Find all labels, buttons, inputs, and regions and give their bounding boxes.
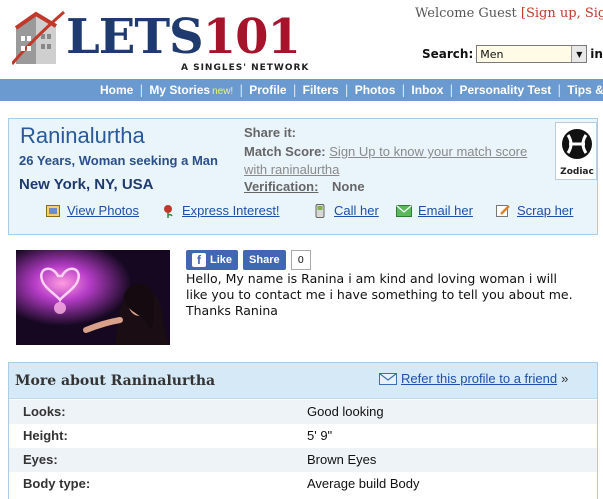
- view-photos-link[interactable]: View Photos: [67, 203, 139, 218]
- detail-row-height: Height: 5' 9": [9, 424, 597, 448]
- new-badge: new!: [212, 86, 234, 97]
- pisces-icon: [562, 129, 592, 159]
- detail-key: Height:: [23, 428, 68, 443]
- detail-row-looks: Looks: Good looking: [9, 400, 597, 424]
- verification-label[interactable]: Verification:: [244, 179, 318, 194]
- nav-item-filters[interactable]: Filters: [303, 83, 339, 97]
- refer-profile[interactable]: Refer this profile to a friend »: [379, 371, 568, 386]
- profile-summary: Raninalurtha 26 Years, Woman seeking a M…: [8, 118, 598, 235]
- photo-icon: [45, 204, 61, 218]
- share-label: Share it:: [244, 125, 297, 140]
- more-about-header: More about Raninalurtha Refer this profi…: [9, 363, 597, 399]
- welcome-text: Welcome Guest: [415, 6, 517, 21]
- profile-name: Raninalurtha: [20, 123, 145, 148]
- search-select-value: Men: [480, 47, 504, 61]
- detail-value: Good looking: [307, 404, 384, 419]
- site-logo[interactable]: LETS101 A SINGLES' NETWORK: [6, 0, 310, 76]
- nav-separator: |: [401, 83, 406, 97]
- express-interest-link[interactable]: Express Interest!: [182, 203, 280, 218]
- search-suffix: in Zi: [590, 47, 603, 61]
- nav-item-my-stories[interactable]: My Stories new!: [149, 83, 233, 97]
- rose-icon: [160, 204, 176, 218]
- call-her-action[interactable]: Call her: [312, 203, 396, 218]
- zodiac-label: Zodiac: [560, 167, 594, 177]
- nav-separator: |: [292, 83, 297, 97]
- detail-key: Body type:: [23, 476, 91, 491]
- nav-item-my-stories-label: My Stories: [149, 83, 211, 97]
- nav-separator: |: [449, 83, 454, 97]
- nav-separator: |: [344, 83, 349, 97]
- email-icon: [396, 204, 412, 218]
- detail-value: Average build Body: [307, 476, 420, 491]
- nav-item-photos[interactable]: Photos: [355, 83, 396, 97]
- main-nav: Home | My Stories new! | Profile | Filter…: [0, 79, 603, 101]
- search-select[interactable]: Men ▼: [476, 45, 588, 63]
- nav-separator: |: [139, 83, 144, 97]
- share-count: 0: [290, 250, 311, 270]
- scrap-note-icon: [495, 204, 511, 218]
- nav-item-personality-test[interactable]: Personality Test: [459, 83, 551, 97]
- refer-profile-link[interactable]: Refer this profile to a friend: [401, 371, 557, 386]
- scrap-her-action[interactable]: Scrap her: [495, 203, 573, 218]
- header: LETS101 A SINGLES' NETWORK Welcome Guest…: [0, 0, 603, 78]
- detail-row-body-type: Body type: Average build Body: [9, 472, 597, 496]
- profile-photo[interactable]: [16, 250, 170, 345]
- search-bar: Search: Men ▼ in Zi: [422, 45, 603, 63]
- verification-value: None: [332, 179, 365, 194]
- phone-icon: [312, 203, 328, 218]
- profile-location: New York, NY, USA: [19, 176, 154, 193]
- profile-actions: View Photos Express Interest! Call her E…: [45, 203, 573, 218]
- logo-number-text: 101: [202, 9, 301, 65]
- call-her-link[interactable]: Call her: [334, 203, 379, 218]
- detail-value: 5' 9": [307, 428, 333, 443]
- about-me-text: Hello, My name is Ranina i am kind and l…: [186, 271, 573, 318]
- nav-separator: |: [557, 83, 562, 97]
- search-label: Search:: [422, 47, 474, 61]
- scrap-her-link[interactable]: Scrap her: [517, 203, 573, 218]
- refer-arrow: »: [561, 371, 569, 386]
- detail-value: Brown Eyes: [307, 452, 377, 467]
- email-her-action[interactable]: Email her: [396, 203, 495, 218]
- nav-separator: |: [239, 83, 244, 97]
- signup-links[interactable]: [Sign up, Sign: [521, 6, 603, 21]
- profile-subtitle: 26 Years, Woman seeking a Man: [19, 153, 218, 168]
- zodiac-badge[interactable]: Zodiac: [555, 122, 597, 180]
- detail-row-eyes: Eyes: Brown Eyes: [9, 448, 597, 472]
- nav-item-home[interactable]: Home: [100, 83, 133, 97]
- logo-tagline: A SINGLES' NETWORK: [181, 63, 310, 73]
- detail-key: Looks:: [23, 404, 66, 419]
- welcome-bar: Welcome Guest [Sign up, Sign: [415, 6, 603, 21]
- logo-main-text: LETS: [66, 9, 204, 65]
- dropdown-arrow-icon[interactable]: ▼: [571, 46, 587, 62]
- express-interest-action[interactable]: Express Interest!: [160, 203, 312, 218]
- more-about-title: More about Raninalurtha: [15, 373, 216, 389]
- nav-item-tips[interactable]: Tips & A: [567, 83, 603, 97]
- view-photos-action[interactable]: View Photos: [45, 203, 160, 218]
- nav-item-profile[interactable]: Profile: [249, 83, 286, 97]
- social-buttons: f Like Share 0: [186, 250, 311, 270]
- email-her-link[interactable]: Email her: [418, 203, 473, 218]
- facebook-share-button[interactable]: Share: [243, 250, 286, 270]
- logo-wordmark: LETS101: [66, 9, 301, 65]
- nav-item-inbox[interactable]: Inbox: [411, 83, 443, 97]
- building-logo-icon: [12, 10, 65, 65]
- match-score-label: Match Score:: [244, 144, 326, 159]
- more-about-section: More about Raninalurtha Refer this profi…: [8, 362, 598, 499]
- verification: Verification: None: [244, 179, 365, 194]
- facebook-like-label: Like: [210, 254, 233, 266]
- facebook-share-label: Share: [249, 254, 280, 266]
- facebook-icon: f: [192, 253, 206, 267]
- envelope-icon: [379, 372, 397, 385]
- facebook-like-button[interactable]: f Like: [186, 250, 239, 270]
- match-score: Match Score: Sign Up to know your match …: [244, 143, 544, 179]
- detail-key: Eyes:: [23, 452, 58, 467]
